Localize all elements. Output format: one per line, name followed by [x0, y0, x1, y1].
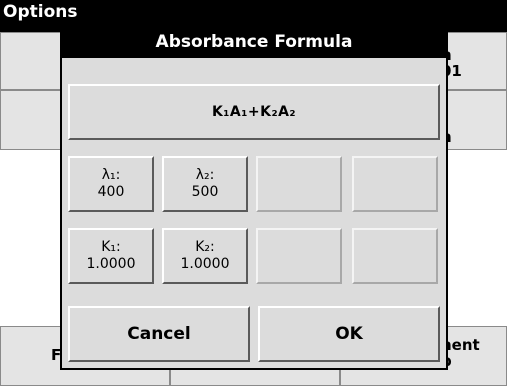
dialog-title: Absorbance Formula	[155, 32, 353, 52]
cancel-label: Cancel	[127, 324, 191, 344]
k2-value: 1.0000	[180, 256, 230, 272]
formula-label: K₁A₁+K₂A₂	[211, 104, 297, 120]
lambda2-label: λ₂:	[195, 167, 215, 183]
lambda2-button[interactable]: λ₂: 500	[162, 156, 248, 212]
k2-label: K₂:	[195, 239, 215, 255]
dialog-body: K₁A₁+K₂A₂ λ₁: 400 λ₂: 500 K₁: 1.0000 K₂:…	[62, 58, 446, 368]
lambda2-value: 500	[191, 184, 219, 200]
lambda1-label: λ₁:	[101, 167, 121, 183]
lambda3-button-empty	[256, 156, 342, 212]
lambda1-button[interactable]: λ₁: 400	[68, 156, 154, 212]
k3-button-empty	[256, 228, 342, 284]
lambda1-value: 400	[97, 184, 125, 200]
absorbance-formula-dialog: Absorbance Formula K₁A₁+K₂A₂ λ₁: 400 λ₂:…	[60, 28, 448, 370]
ok-label: OK	[335, 324, 363, 344]
k1-value: 1.0000	[86, 256, 136, 272]
k4-button-empty	[352, 228, 438, 284]
formula-button[interactable]: K₁A₁+K₂A₂	[68, 84, 440, 140]
options-window-title: Options	[3, 2, 78, 22]
ok-button[interactable]: OK	[258, 306, 440, 362]
k1-label: K₁:	[101, 239, 121, 255]
k2-button[interactable]: K₂: 1.0000	[162, 228, 248, 284]
cancel-button[interactable]: Cancel	[68, 306, 250, 362]
k1-button[interactable]: K₁: 1.0000	[68, 228, 154, 284]
lambda4-button-empty	[352, 156, 438, 212]
